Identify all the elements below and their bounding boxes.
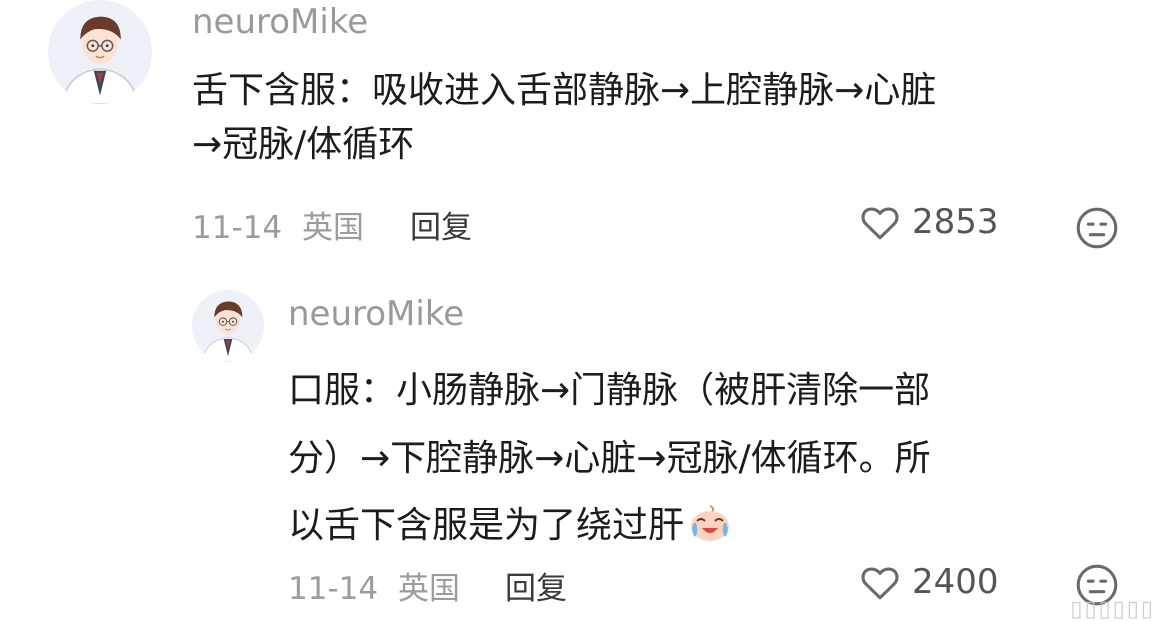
watermark: ▯▯▯▯▯▯	[1070, 597, 1155, 622]
comment-date: 11-14	[192, 210, 283, 246]
comment-text-line: →冠脉/体循环	[192, 124, 415, 165]
dislike-button[interactable]	[1074, 205, 1120, 255]
reply-text-line: 口服：小肠静脉→门静脉（被肝清除一部	[288, 370, 931, 411]
avatar[interactable]	[48, 0, 152, 104]
like-count: 2400	[912, 562, 999, 602]
doctor-avatar-icon	[192, 290, 264, 362]
reply-location: 英国	[397, 571, 460, 607]
avatar[interactable]	[192, 290, 264, 362]
comment-meta: 11-14 英国	[192, 202, 364, 247]
doctor-avatar-icon	[48, 0, 152, 104]
heart-outline-icon	[861, 207, 899, 240]
comment-text: 舌下含服：吸收进入舌部静脉→上腔静脉→心脏 →冠脉/体循环	[192, 64, 1132, 172]
like-button[interactable]: 2853	[858, 200, 999, 244]
like-count: 2853	[912, 202, 999, 242]
reply-text: 口服：小肠静脉→门静脉（被肝清除一部 分）→下腔静脉→心脏→冠脉/体循环。所 以…	[288, 357, 1138, 566]
reply-date: 11-14	[288, 571, 379, 607]
reply-text-line: 以舌下含服是为了绕过肝	[288, 505, 685, 547]
heart-outline-icon	[861, 567, 899, 600]
reply-username[interactable]: neuroMike	[288, 294, 464, 334]
reply-text-line: 分）→下腔静脉→心脏→冠脉/体循环。所	[288, 437, 931, 479]
comment-text-line: 舌下含服：吸收进入舌部静脉→上腔静脉→心脏	[192, 70, 937, 111]
neutral-face-icon	[1076, 207, 1118, 249]
crying-face-emoji	[688, 498, 732, 566]
reply-button[interactable]: 回复	[505, 563, 567, 608]
reply-meta: 11-14 英国	[288, 563, 460, 608]
reply-button[interactable]: 回复	[410, 202, 472, 247]
comment-username[interactable]: neuroMike	[192, 2, 368, 42]
comment-location: 英国	[301, 210, 364, 246]
like-button[interactable]: 2400	[858, 560, 999, 604]
reply-text-line-with-emoji: 以舌下含服是为了绕过肝	[288, 492, 1138, 566]
